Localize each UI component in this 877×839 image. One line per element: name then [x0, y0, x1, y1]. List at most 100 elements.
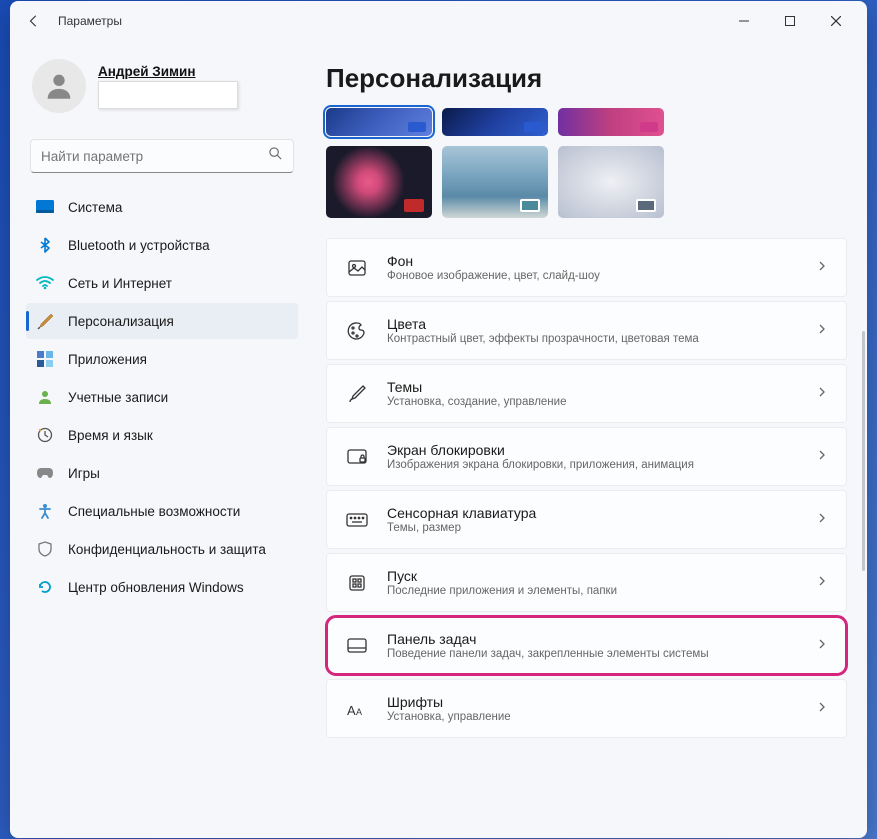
font-icon: AA — [345, 697, 369, 721]
theme-thumbnail[interactable] — [326, 146, 432, 218]
setting-fonts[interactable]: AA ШрифтыУстановка, управление — [326, 679, 847, 738]
theme-thumbnail[interactable] — [442, 146, 548, 218]
back-button[interactable] — [18, 5, 50, 37]
main-content: Персонализация ФонФоновое изображение, ц… — [310, 41, 867, 838]
nav-system[interactable]: Система — [26, 189, 298, 225]
nav-accounts[interactable]: Учетные записи — [26, 379, 298, 415]
chevron-right-icon — [816, 259, 828, 277]
setting-desc: Поведение панели задач, закрепленные эле… — [387, 648, 798, 660]
nav-label: Сеть и Интернет — [68, 276, 172, 291]
close-button[interactable] — [813, 5, 859, 37]
chevron-right-icon — [816, 322, 828, 340]
nav-label: Время и язык — [68, 428, 153, 443]
app-title: Параметры — [58, 14, 122, 28]
chevron-right-icon — [816, 448, 828, 466]
setting-desc: Контрастный цвет, эффекты прозрачности, … — [387, 333, 798, 345]
start-icon — [345, 571, 369, 595]
setting-start[interactable]: ПускПоследние приложения и элементы, пап… — [326, 553, 847, 612]
theme-row — [326, 146, 847, 218]
person-icon — [36, 388, 54, 406]
page-title: Персонализация — [326, 63, 847, 94]
nav-personalization[interactable]: Персонализация — [26, 303, 298, 339]
setting-desc: Установка, создание, управление — [387, 396, 798, 408]
nav-label: Центр обновления Windows — [68, 580, 244, 595]
setting-title: Пуск — [387, 568, 798, 584]
palette-icon — [345, 319, 369, 343]
chevron-right-icon — [816, 637, 828, 655]
keyboard-icon — [345, 508, 369, 532]
theme-row-partial — [326, 108, 847, 136]
maximize-button[interactable] — [767, 5, 813, 37]
setting-title: Экран блокировки — [387, 442, 798, 458]
nav-time-language[interactable]: Время и язык — [26, 417, 298, 453]
setting-desc: Темы, размер — [387, 522, 798, 534]
bluetooth-icon — [36, 236, 54, 254]
search-input[interactable] — [41, 149, 268, 164]
nav-privacy[interactable]: Конфиденциальность и защита — [26, 531, 298, 567]
settings-list: ФонФоновое изображение, цвет, слайд-шоу … — [326, 238, 847, 738]
nav-label: Bluetooth и устройства — [68, 238, 210, 253]
nav-network[interactable]: Сеть и Интернет — [26, 265, 298, 301]
setting-title: Фон — [387, 253, 798, 269]
theme-thumbnail[interactable] — [442, 108, 548, 136]
paintbrush-icon — [36, 312, 54, 330]
image-icon — [345, 256, 369, 280]
system-icon — [36, 198, 54, 216]
nav-gaming[interactable]: Игры — [26, 455, 298, 491]
setting-colors[interactable]: ЦветаКонтрастный цвет, эффекты прозрачно… — [326, 301, 847, 360]
setting-lockscreen[interactable]: Экран блокировкиИзображения экрана блоки… — [326, 427, 847, 486]
setting-title: Сенсорная клавиатура — [387, 505, 798, 521]
nav-list: Система Bluetooth и устройства Сеть и Ин… — [26, 189, 298, 605]
nav-label: Система — [68, 200, 122, 215]
nav-bluetooth[interactable]: Bluetooth и устройства — [26, 227, 298, 263]
search-box[interactable] — [30, 139, 294, 173]
profile-section[interactable]: Андрей Зимин — [26, 49, 298, 119]
setting-touch-keyboard[interactable]: Сенсорная клавиатураТемы, размер — [326, 490, 847, 549]
scrollbar[interactable] — [862, 331, 865, 571]
chevron-right-icon — [816, 511, 828, 529]
theme-thumbnail[interactable] — [326, 108, 432, 136]
svg-text:A: A — [356, 707, 362, 717]
clock-icon — [36, 426, 54, 444]
wifi-icon — [36, 274, 54, 292]
nav-label: Игры — [68, 466, 100, 481]
theme-thumbnail[interactable] — [558, 108, 664, 136]
chevron-right-icon — [816, 700, 828, 718]
setting-desc: Фоновое изображение, цвет, слайд-шоу — [387, 270, 798, 282]
nav-windows-update[interactable]: Центр обновления Windows — [26, 569, 298, 605]
settings-window: Параметры Андрей Зимин — [10, 1, 867, 838]
setting-title: Цвета — [387, 316, 798, 332]
setting-taskbar[interactable]: Панель задачПоведение панели задач, закр… — [326, 616, 847, 675]
avatar — [32, 59, 86, 113]
shield-icon — [36, 540, 54, 558]
setting-title: Темы — [387, 379, 798, 395]
setting-desc: Установка, управление — [387, 711, 798, 723]
gamepad-icon — [36, 464, 54, 482]
apps-icon — [36, 350, 54, 368]
update-icon — [36, 578, 54, 596]
nav-label: Конфиденциальность и защита — [68, 542, 266, 557]
nav-label: Приложения — [68, 352, 147, 367]
setting-title: Панель задач — [387, 631, 798, 647]
accessibility-icon — [36, 502, 54, 520]
nav-label: Персонализация — [68, 314, 174, 329]
search-icon — [268, 146, 283, 166]
nav-label: Учетные записи — [68, 390, 168, 405]
titlebar: Параметры — [10, 1, 867, 41]
nav-apps[interactable]: Приложения — [26, 341, 298, 377]
brush-icon — [345, 382, 369, 406]
setting-desc: Последние приложения и элементы, папки — [387, 585, 798, 597]
profile-name: Андрей Зимин — [98, 64, 238, 79]
nav-accessibility[interactable]: Специальные возможности — [26, 493, 298, 529]
lockscreen-icon — [345, 445, 369, 469]
profile-email-masked — [98, 81, 238, 109]
chevron-right-icon — [816, 385, 828, 403]
sidebar: Андрей Зимин Система Bluetooth и устройс… — [10, 41, 310, 838]
nav-label: Специальные возможности — [68, 504, 240, 519]
svg-text:A: A — [347, 703, 356, 717]
minimize-button[interactable] — [721, 5, 767, 37]
setting-themes[interactable]: ТемыУстановка, создание, управление — [326, 364, 847, 423]
setting-background[interactable]: ФонФоновое изображение, цвет, слайд-шоу — [326, 238, 847, 297]
chevron-right-icon — [816, 574, 828, 592]
theme-thumbnail[interactable] — [558, 146, 664, 218]
